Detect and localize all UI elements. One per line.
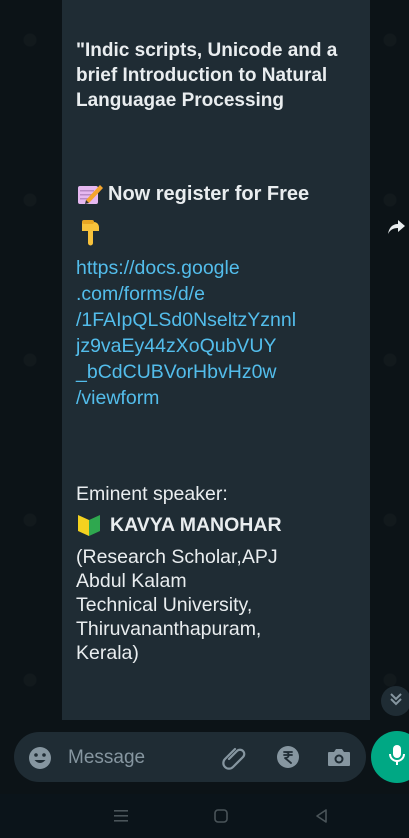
camera-icon[interactable] <box>326 745 352 769</box>
speaker-affiliation: (Research Scholar,APJ Abdul Kalam Techni… <box>76 546 278 664</box>
system-navigation-bar <box>0 794 409 838</box>
forward-share-icon[interactable] <box>386 215 408 237</box>
speaker-name: KAVYA MANOHAR <box>110 514 282 536</box>
message-title: "Indic scripts, Unicode and a brief Intr… <box>76 40 338 111</box>
pointing-down-hand-icon <box>78 218 104 246</box>
back-icon[interactable] <box>314 808 330 824</box>
register-line: Now register for Free <box>76 180 361 208</box>
rupee-icon[interactable] <box>276 745 300 769</box>
recent-apps-icon[interactable] <box>112 808 130 824</box>
home-icon[interactable] <box>213 808 229 824</box>
memo-pencil-icon <box>76 182 104 206</box>
speaker-name-line: KAVYA MANOHAR <box>76 512 361 538</box>
scroll-to-bottom-button[interactable] <box>381 686 409 716</box>
registration-link[interactable]: https://docs.google .com/forms/d/e /1FAI… <box>76 255 361 411</box>
paperclip-icon[interactable] <box>222 744 248 770</box>
double-chevron-down-icon <box>388 691 404 712</box>
message-input[interactable] <box>66 744 220 772</box>
mic-icon <box>386 743 408 772</box>
beginner-badge-icon <box>76 513 102 537</box>
speaker-label: Eminent speaker: <box>76 483 228 505</box>
register-text: Now register for Free <box>108 183 310 205</box>
emoji-icon[interactable] <box>28 746 52 770</box>
